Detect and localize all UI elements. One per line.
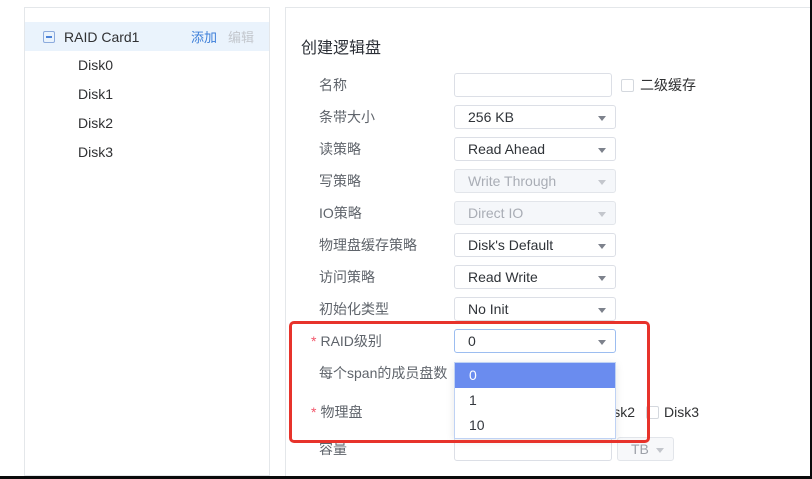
read-policy-label: 读策略 [319, 137, 361, 161]
collapse-icon[interactable] [43, 31, 55, 43]
raid-card-label: RAID Card1 [64, 29, 139, 45]
pd-cache-policy-select[interactable]: Disk's Default [454, 233, 616, 257]
tree-actions: 添加 编辑 [191, 27, 254, 46]
add-link[interactable]: 添加 [191, 27, 217, 46]
chevron-down-icon [598, 180, 606, 189]
chevron-down-icon [598, 148, 606, 157]
required-marker: * [311, 404, 316, 420]
stripe-size-label: 条带大小 [319, 105, 375, 129]
name-input[interactable] [454, 73, 612, 97]
tree-item-disk3[interactable]: Disk3 [25, 138, 269, 167]
create-logical-disk-panel: 创建逻辑盘 名称 二级缓存 条带大小 256 KB 读策略 Read Ahead [285, 7, 810, 476]
raid-level-option-1[interactable]: 1 [455, 388, 615, 413]
init-type-label: 初始化类型 [319, 297, 389, 321]
page-title: 创建逻辑盘 [301, 34, 381, 58]
row-pd-cache-policy: 物理盘缓存策略 Disk's Default [286, 233, 810, 257]
capacity-unit-value: TB [631, 441, 649, 457]
chevron-down-icon [598, 340, 606, 349]
row-access-policy: 访问策略 Read Write [286, 265, 810, 289]
chevron-down-icon [598, 276, 606, 285]
row-io-policy: IO策略 Direct IO [286, 201, 810, 225]
tree-item-disk0[interactable]: Disk0 [25, 51, 269, 80]
write-policy-label: 写策略 [319, 169, 361, 193]
access-policy-label: 访问策略 [319, 265, 375, 289]
write-policy-value: Write Through [468, 173, 556, 189]
row-read-policy: 读策略 Read Ahead [286, 137, 810, 161]
access-policy-select[interactable]: Read Write [454, 265, 616, 289]
edit-link[interactable]: 编辑 [228, 27, 254, 46]
row-capacity: 容量 TB [286, 437, 810, 461]
physical-disk-option-disk3[interactable]: Disk3 [646, 400, 699, 424]
tree-item-raid-card[interactable]: RAID Card1 添加 编辑 [25, 22, 269, 51]
io-policy-label: IO策略 [319, 201, 362, 225]
disk3-label: Disk3 [664, 404, 699, 420]
raid-level-dropdown: 0 1 10 [454, 362, 616, 439]
read-policy-select[interactable]: Read Ahead [454, 137, 616, 161]
row-stripe-size: 条带大小 256 KB [286, 105, 810, 129]
disk3-checkbox[interactable] [646, 406, 659, 419]
raid-level-option-0[interactable]: 0 [455, 363, 615, 388]
chevron-down-icon [598, 244, 606, 253]
chevron-down-icon [656, 448, 664, 457]
raid-tree-panel: RAID Card1 添加 编辑 Disk0 Disk1 Disk2 Disk3 [24, 7, 270, 476]
name-label: 名称 [319, 73, 347, 97]
raid-level-select[interactable]: 0 [454, 329, 616, 353]
capacity-unit-select[interactable]: TB [617, 437, 674, 461]
init-type-select[interactable]: No Init [454, 297, 616, 321]
row-init-type: 初始化类型 No Init [286, 297, 810, 321]
secondary-cache-label: 二级缓存 [640, 75, 696, 95]
capacity-input[interactable] [454, 437, 612, 461]
pd-cache-policy-value: Disk's Default [468, 237, 553, 253]
chevron-down-icon [598, 212, 606, 221]
capacity-label: 容量 [319, 437, 347, 461]
raid-level-label: *RAID级别 [311, 329, 382, 353]
raid-config-page: RAID Card1 添加 编辑 Disk0 Disk1 Disk2 Disk3… [0, 0, 812, 479]
tree-item-disk1[interactable]: Disk1 [25, 80, 269, 109]
physical-disks-label: *物理盘 [311, 400, 362, 424]
tree-item-disk2[interactable]: Disk2 [25, 109, 269, 138]
write-policy-select: Write Through [454, 169, 616, 193]
row-name: 名称 二级缓存 [286, 73, 810, 97]
pd-cache-policy-label: 物理盘缓存策略 [319, 233, 417, 257]
chevron-down-icon [598, 116, 606, 125]
raid-level-option-10[interactable]: 10 [455, 413, 615, 438]
span-members-label: 每个span的成员盘数 [319, 361, 447, 385]
required-marker: * [311, 333, 316, 349]
stripe-size-value: 256 KB [468, 109, 514, 125]
raid-level-value: 0 [468, 333, 476, 349]
io-policy-select: Direct IO [454, 201, 616, 225]
row-raid-level: *RAID级别 0 [286, 329, 810, 353]
stripe-size-select[interactable]: 256 KB [454, 105, 616, 129]
access-policy-value: Read Write [468, 269, 538, 285]
secondary-cache-checkbox[interactable] [621, 79, 634, 92]
row-write-policy: 写策略 Write Through [286, 169, 810, 193]
read-policy-value: Read Ahead [468, 141, 545, 157]
io-policy-value: Direct IO [468, 205, 523, 221]
chevron-down-icon [598, 308, 606, 317]
secondary-cache-group: 二级缓存 [621, 73, 696, 97]
init-type-value: No Init [468, 301, 508, 317]
